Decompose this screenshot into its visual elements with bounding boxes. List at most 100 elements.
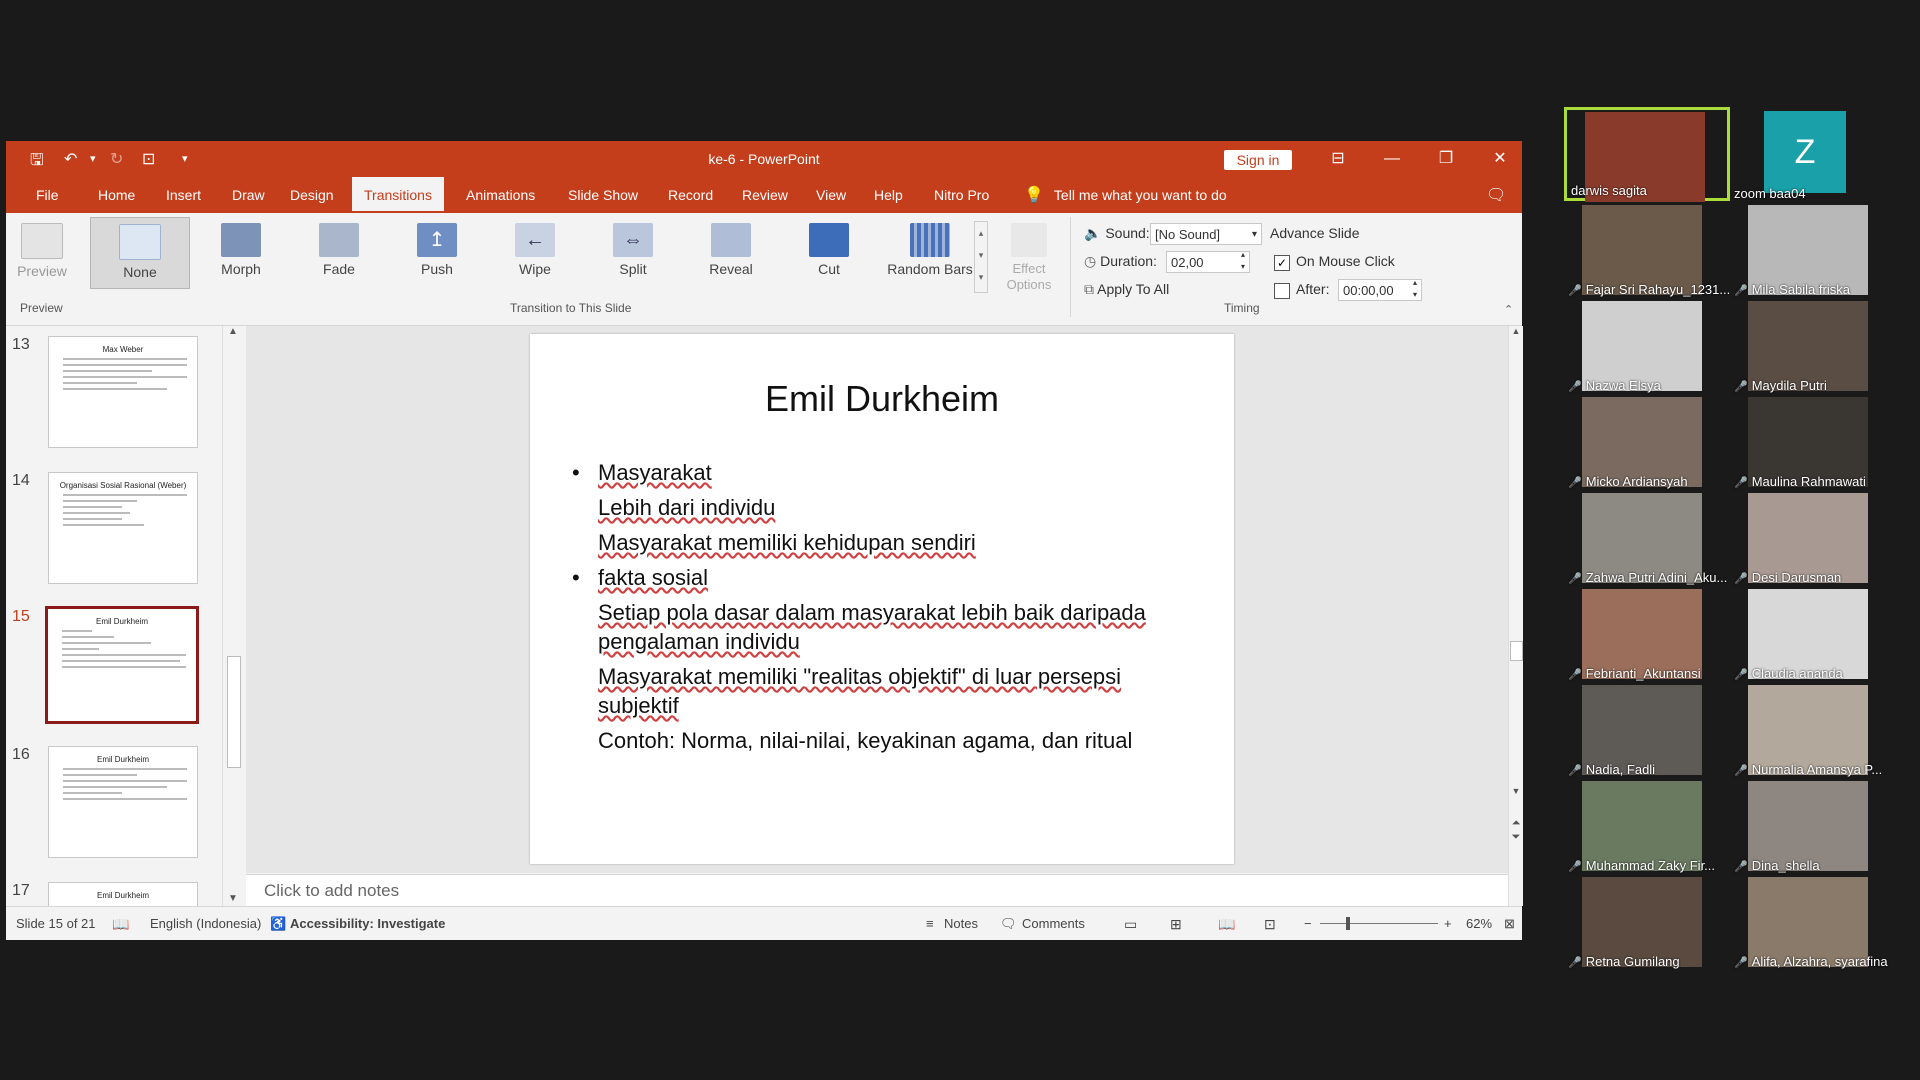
participant-tile[interactable]: 🎤 Micko Ardiansyah bbox=[1564, 395, 1730, 489]
participant-tile[interactable]: 🎤 Retna Gumilang bbox=[1564, 875, 1730, 969]
tab-record[interactable]: Record bbox=[656, 177, 725, 213]
tell-me-search[interactable]: 💡 Tell me what you want to do bbox=[1024, 177, 1227, 213]
slide-subtext[interactable]: Contoh: Norma, nilai-nilai, keyakinan ag… bbox=[598, 728, 1132, 754]
collapse-ribbon-icon[interactable]: ⌃ bbox=[1504, 303, 1513, 316]
notes-pane[interactable]: Click to add notes bbox=[246, 874, 1508, 907]
participant-tile[interactable]: 🎤 Claudia ananda bbox=[1730, 587, 1896, 681]
slide-thumbnail-13[interactable]: Max Weber bbox=[48, 336, 198, 448]
accessibility-icon[interactable]: ♿ bbox=[270, 916, 286, 932]
slide-subtext[interactable]: subjektif bbox=[598, 693, 679, 719]
sign-in-button[interactable]: Sign in bbox=[1224, 150, 1292, 170]
participant-tile[interactable]: 🎤 Muhammad Zaky Fir... bbox=[1564, 779, 1730, 873]
after-time-input[interactable]: 00:00,00 ▴ ▾ bbox=[1338, 277, 1422, 301]
participant-tile[interactable]: 🎤 Maulina Rahmawati bbox=[1730, 395, 1896, 489]
slide-subtext[interactable]: Setiap pola dasar dalam masyarakat lebih… bbox=[598, 600, 1146, 626]
accessibility-status[interactable]: Accessibility: Investigate bbox=[290, 916, 445, 931]
scroll-down-icon[interactable]: ▼ bbox=[223, 893, 243, 904]
tab-animations[interactable]: Animations bbox=[454, 177, 547, 213]
minimize-button[interactable]: — bbox=[1372, 147, 1412, 171]
language-status[interactable]: English (Indonesia) bbox=[150, 916, 261, 931]
tab-draw[interactable]: Draw bbox=[220, 177, 277, 213]
close-button[interactable]: ✕ bbox=[1480, 147, 1520, 171]
zoom-slider-thumb[interactable] bbox=[1346, 917, 1350, 930]
transition-morph[interactable]: Morph bbox=[198, 217, 284, 289]
participant-tile[interactable]: 🎤 Nurmalia Amansya P... bbox=[1730, 683, 1896, 777]
slide-sorter-icon[interactable]: ⊞ bbox=[1170, 916, 1182, 933]
thumbnails-scrollbar[interactable]: ▲ ▼ bbox=[222, 326, 243, 906]
slide-canvas[interactable]: Emil Durkheim • Masyarakat Lebih dari in… bbox=[530, 334, 1234, 864]
tab-design[interactable]: Design bbox=[278, 177, 346, 213]
ribbon-display-options-icon[interactable]: ⊟ bbox=[1318, 147, 1358, 171]
slide-show-icon[interactable]: ⊡ bbox=[1264, 916, 1276, 933]
slide-title[interactable]: Emil Durkheim bbox=[530, 378, 1234, 420]
scroll-up-icon[interactable]: ▲ bbox=[223, 326, 243, 337]
spinner-icon[interactable]: ▴ ▾ bbox=[1413, 277, 1417, 301]
slide-thumbnail-15[interactable]: Emil Durkheim bbox=[45, 606, 199, 724]
preview-button[interactable]: Preview bbox=[6, 217, 78, 289]
scrollbar-thumb[interactable] bbox=[1510, 641, 1523, 661]
slide-subtext[interactable]: Masyarakat memiliki kehidupan sendiri bbox=[598, 530, 976, 556]
participant-tile[interactable]: 🎤 Mila Sabila friska bbox=[1730, 203, 1896, 297]
participant-tile[interactable]: 🎤 Nazwa Elsya bbox=[1564, 299, 1730, 393]
tab-slide-show[interactable]: Slide Show bbox=[556, 177, 650, 213]
participant-tile[interactable]: Zzoom baa04 bbox=[1730, 107, 1896, 201]
slide-bullet-text[interactable]: fakta sosial bbox=[598, 565, 708, 591]
sound-dropdown[interactable]: [No Sound] ▾ bbox=[1150, 223, 1262, 245]
transition-fade[interactable]: Fade bbox=[296, 217, 382, 289]
after-checkbox[interactable] bbox=[1274, 283, 1290, 299]
slide-thumbnail-16[interactable]: Emil Durkheim bbox=[48, 746, 198, 858]
slide-subtext[interactable]: pengalaman individu bbox=[598, 629, 800, 655]
apply-to-all-button[interactable]: ⧉ Apply To All bbox=[1084, 281, 1169, 298]
duration-input[interactable]: 02,00 ▴ ▾ bbox=[1166, 249, 1250, 273]
participant-tile[interactable]: 🎤 Zahwa Putri Adini_Aku... bbox=[1564, 491, 1730, 585]
comments-icon[interactable]: 🗨 bbox=[1486, 185, 1506, 205]
notes-toggle[interactable]: Notes bbox=[944, 916, 978, 931]
tab-review[interactable]: Review bbox=[730, 177, 800, 213]
slide-thumbnail-17[interactable]: Emil Durkheim bbox=[48, 882, 198, 906]
scrollbar-thumb[interactable] bbox=[227, 656, 241, 768]
tab-file[interactable]: File bbox=[24, 177, 71, 213]
comments-toggle[interactable]: Comments bbox=[1022, 916, 1085, 931]
transition-reveal[interactable]: Reveal bbox=[688, 217, 774, 289]
restore-button[interactable]: ❐ bbox=[1426, 147, 1466, 171]
slide-subtext[interactable]: Masyarakat memiliki "realitas objektif" … bbox=[598, 664, 1121, 690]
participant-tile[interactable]: 🎤 Febrianti_Akuntansi bbox=[1564, 587, 1730, 681]
transition-split[interactable]: ⇔ Split bbox=[590, 217, 676, 289]
participant-tile[interactable]: 🎤 Fajar Sri Rahayu_1231... bbox=[1564, 203, 1730, 297]
participant-tile[interactable]: 🎤 Alifa, Alzahra, syarafina bbox=[1730, 875, 1896, 969]
effect-options-button[interactable]: Effect Options bbox=[994, 217, 1064, 292]
normal-view-icon[interactable]: ▭ bbox=[1124, 916, 1137, 933]
spell-check-icon[interactable]: 📖 bbox=[112, 916, 129, 933]
zoom-level[interactable]: 62% bbox=[1466, 916, 1492, 931]
notes-icon[interactable]: ≡ bbox=[926, 916, 934, 931]
participant-tile[interactable]: darwis sagita bbox=[1564, 107, 1730, 202]
participant-tile[interactable]: 🎤 Nadia, Fadli bbox=[1564, 683, 1730, 777]
transition-none[interactable]: None bbox=[90, 217, 190, 289]
transition-wipe[interactable]: ← Wipe bbox=[492, 217, 578, 289]
participant-tile[interactable]: 🎤 Maydila Putri bbox=[1730, 299, 1896, 393]
participant-tile[interactable]: 🎤 Dina_shella bbox=[1730, 779, 1896, 873]
scroll-up-icon[interactable]: ▲ bbox=[1509, 326, 1523, 336]
slide-scrollbar[interactable]: ▲ ▼ ⏶ ⏷ bbox=[1508, 326, 1523, 906]
tab-nitro-pro[interactable]: Nitro Pro bbox=[922, 177, 1001, 213]
spinner-icon[interactable]: ▴ ▾ bbox=[1241, 249, 1245, 273]
tab-transitions[interactable]: Transitions bbox=[352, 177, 444, 213]
transition-random-bars[interactable]: Random Bars bbox=[880, 217, 980, 289]
slide-subtext[interactable]: Lebih dari individu bbox=[598, 495, 775, 521]
transition-push[interactable]: ↥ Push bbox=[394, 217, 480, 289]
reading-view-icon[interactable]: 📖 bbox=[1218, 916, 1235, 933]
comments-status-icon[interactable]: 🗨 bbox=[1000, 916, 1017, 932]
tab-help[interactable]: Help bbox=[862, 177, 915, 213]
tab-insert[interactable]: Insert bbox=[154, 177, 213, 213]
zoom-in-icon[interactable]: + bbox=[1444, 916, 1452, 931]
slide-bullet-text[interactable]: Masyarakat bbox=[598, 460, 712, 486]
tab-view[interactable]: View bbox=[804, 177, 858, 213]
tab-home[interactable]: Home bbox=[86, 177, 147, 213]
zoom-out-icon[interactable]: − bbox=[1304, 916, 1312, 931]
gallery-scroll[interactable]: ▴ ▾ ▾ bbox=[974, 221, 988, 293]
fit-to-window-icon[interactable]: ⊠ bbox=[1504, 916, 1515, 932]
transition-cut[interactable]: Cut bbox=[786, 217, 872, 289]
on-mouse-click-checkbox[interactable]: ✓ bbox=[1274, 255, 1290, 271]
slide-thumbnail-14[interactable]: Organisasi Sosial Rasional (Weber) bbox=[48, 472, 198, 584]
participant-tile[interactable]: 🎤 Desi Darusman bbox=[1730, 491, 1896, 585]
